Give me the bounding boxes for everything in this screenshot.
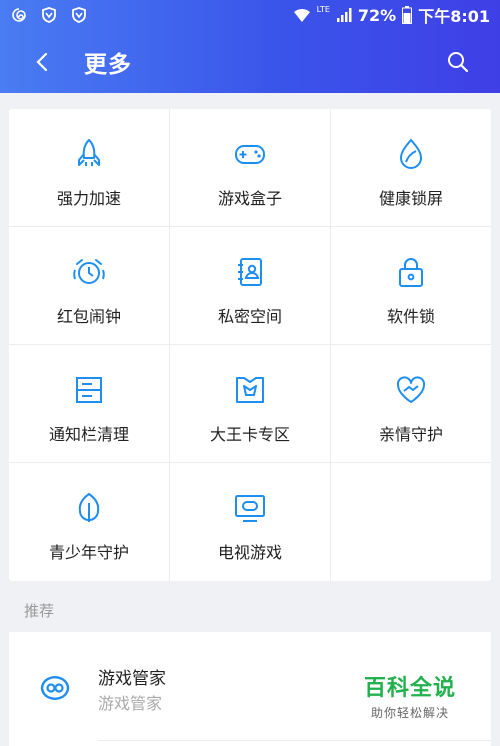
list-item-title: 游戏管家 <box>98 669 166 689</box>
notification-bar-icon <box>76 377 102 403</box>
feature-grid: 强力加速 游戏盒子 健康锁屏 红包闹钟 私密空间 软件锁 通知栏清理 大王卡专区… <box>9 109 491 581</box>
heart-hand-icon <box>396 376 426 403</box>
toolbar: 更多 <box>0 30 500 93</box>
tile-red-packet-alarm[interactable]: 红包闹钟 <box>9 227 170 345</box>
leaf-drop-icon <box>399 138 423 169</box>
tile-label: 亲情守护 <box>378 425 443 444</box>
tile-teen-guard[interactable]: 青少年守护 <box>9 463 170 581</box>
battery-icon <box>402 6 413 24</box>
watermark-brand: 百科全说 <box>363 676 456 701</box>
search-button[interactable] <box>438 42 478 82</box>
gamepad-icon <box>235 145 265 164</box>
watermark-tagline: 助你轻松解决 <box>370 706 449 720</box>
tile-private-space[interactable]: 私密空间 <box>170 227 331 345</box>
tile-tv-game[interactable]: 电视游戏 <box>170 463 331 581</box>
tile-game-box[interactable]: 游戏盒子 <box>170 109 331 227</box>
rocket-icon <box>78 139 100 166</box>
game-manager-icon <box>40 676 70 700</box>
tile-label: 游戏盒子 <box>217 189 282 208</box>
tile-notification-cleanup[interactable]: 通知栏清理 <box>9 345 170 463</box>
sprout-leaf-icon <box>78 492 100 522</box>
wifi-icon <box>293 8 310 22</box>
swirl-icon <box>12 8 26 22</box>
tile-family-guard[interactable]: 亲情守护 <box>331 345 491 463</box>
status-bar: LTE 72% 下午8:01 <box>0 0 500 30</box>
list-item-subtitle: 游戏管家 <box>98 694 163 713</box>
shield-icon <box>72 7 86 23</box>
tile-empty <box>331 463 491 581</box>
search-icon <box>448 51 469 72</box>
back-button[interactable] <box>22 42 62 82</box>
app-header: LTE 72% 下午8:01 更多 <box>0 0 500 93</box>
tile-label: 强力加速 <box>56 189 121 208</box>
battery-percent: 72% <box>357 5 397 25</box>
signal-icon <box>336 8 352 22</box>
clock: 下午8:01 <box>418 7 490 26</box>
tile-app-lock[interactable]: 软件锁 <box>331 227 491 345</box>
tile-label: 电视游戏 <box>217 543 282 562</box>
tile-label: 红包闹钟 <box>56 307 121 326</box>
lock-icon <box>399 258 423 287</box>
status-left-icons <box>10 6 88 24</box>
contact-book-icon <box>238 258 262 286</box>
tile-label: 通知栏清理 <box>48 425 129 444</box>
tile-label: 青少年守护 <box>48 543 129 562</box>
section-title-recommend: 推荐 <box>24 602 55 620</box>
watermark-logo: 百科全说 助你轻松解决 <box>350 670 470 721</box>
divider <box>98 740 491 741</box>
tile-king-card[interactable]: 大王卡专区 <box>170 345 331 463</box>
tile-label: 健康锁屏 <box>378 189 443 208</box>
alarm-clock-icon <box>73 259 105 284</box>
tile-label: 软件锁 <box>386 307 435 326</box>
network-type: LTE <box>316 4 330 14</box>
tv-game-icon <box>235 495 265 522</box>
page-title: 更多 <box>84 51 132 78</box>
tile-label: 大王卡专区 <box>209 425 290 444</box>
shield-icon <box>42 7 56 23</box>
tile-boost[interactable]: 强力加速 <box>9 109 170 227</box>
chevron-left-icon <box>36 52 48 71</box>
status-right: LTE 72% 下午8:01 <box>293 3 490 27</box>
tile-health-lock[interactable]: 健康锁屏 <box>331 109 491 227</box>
tile-label: 私密空间 <box>217 307 282 326</box>
king-card-icon <box>236 377 264 403</box>
